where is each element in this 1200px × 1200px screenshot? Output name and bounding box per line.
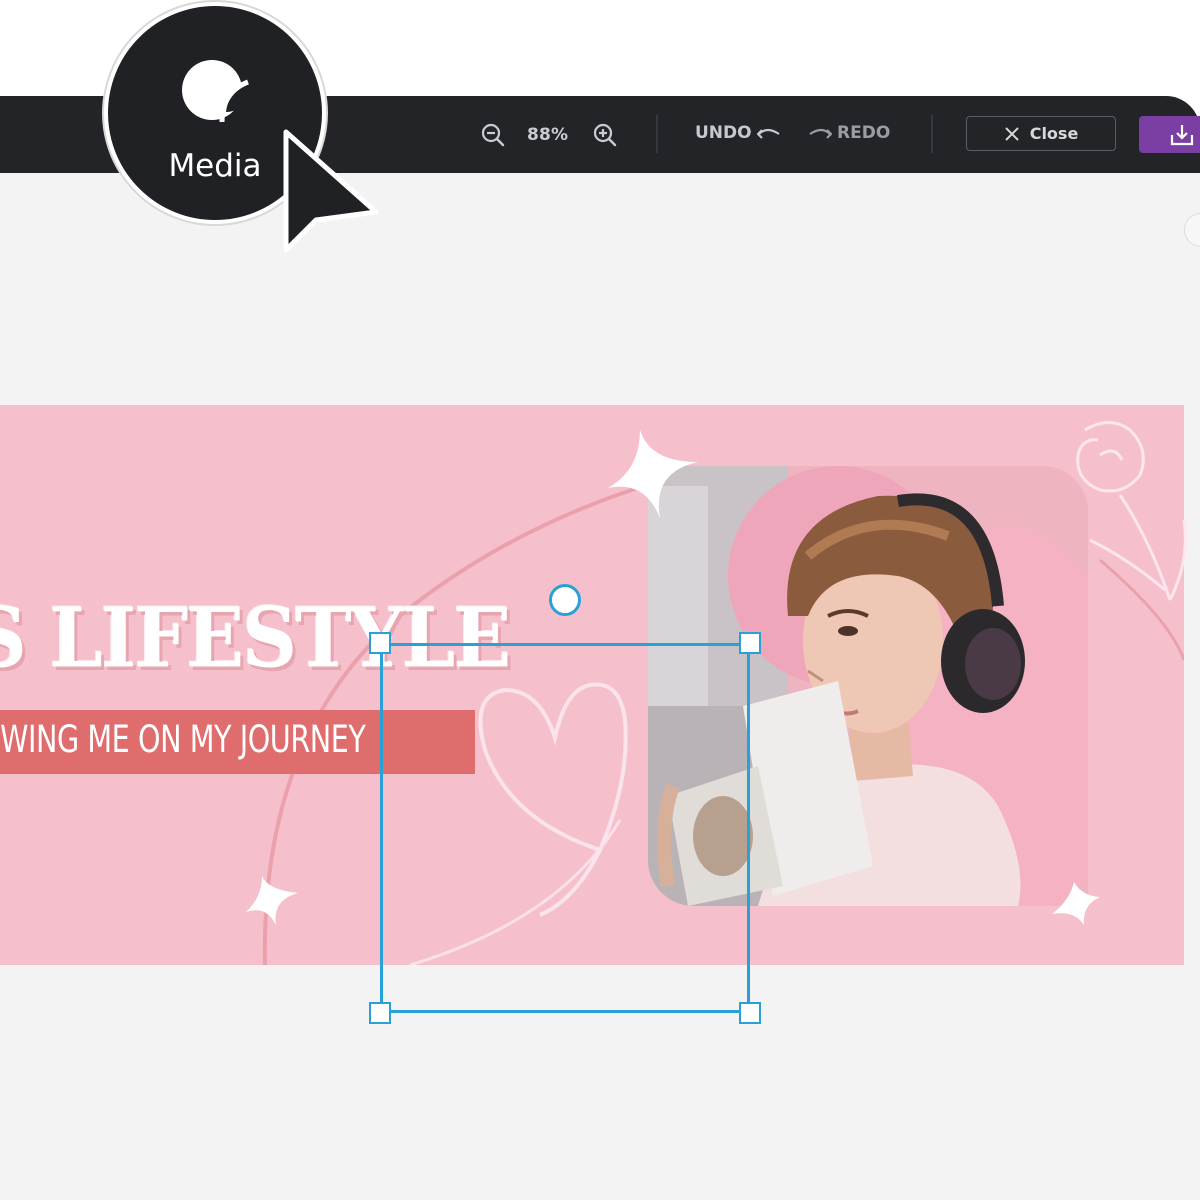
zoom-level: 88% <box>527 125 569 145</box>
resize-handle-top-right[interactable] <box>739 632 761 654</box>
toolbar-divider <box>656 115 658 153</box>
zoom-out-button[interactable] <box>480 122 506 148</box>
download-icon <box>1170 125 1194 146</box>
selection-box[interactable] <box>380 643 750 1013</box>
download-button[interactable] <box>1139 116 1200 153</box>
resize-handle-top-left[interactable] <box>369 632 391 654</box>
undo-button[interactable]: UNDO <box>695 119 781 147</box>
redo-button[interactable]: REDO <box>808 119 890 147</box>
close-button[interactable]: Close <box>966 116 1116 151</box>
undo-icon <box>756 128 780 139</box>
resize-handle-bottom-right[interactable] <box>739 1002 761 1024</box>
redo-icon <box>809 128 832 139</box>
zoom-in-button[interactable] <box>592 122 618 148</box>
tagline-text: OWING ME ON MY JOURNEY <box>0 718 366 761</box>
toolbar-divider <box>931 115 933 153</box>
close-icon <box>1004 126 1019 141</box>
sticker-icon <box>182 60 249 123</box>
zoom-in-icon <box>593 123 617 147</box>
mouse-cursor-icon <box>283 129 379 253</box>
resize-handle-bottom-left[interactable] <box>369 1002 391 1024</box>
rotate-handle[interactable] <box>549 584 581 616</box>
undo-label: UNDO <box>695 123 752 143</box>
zoom-out-icon <box>481 123 505 147</box>
close-label: Close <box>1029 124 1079 143</box>
redo-label: REDO <box>837 123 891 143</box>
